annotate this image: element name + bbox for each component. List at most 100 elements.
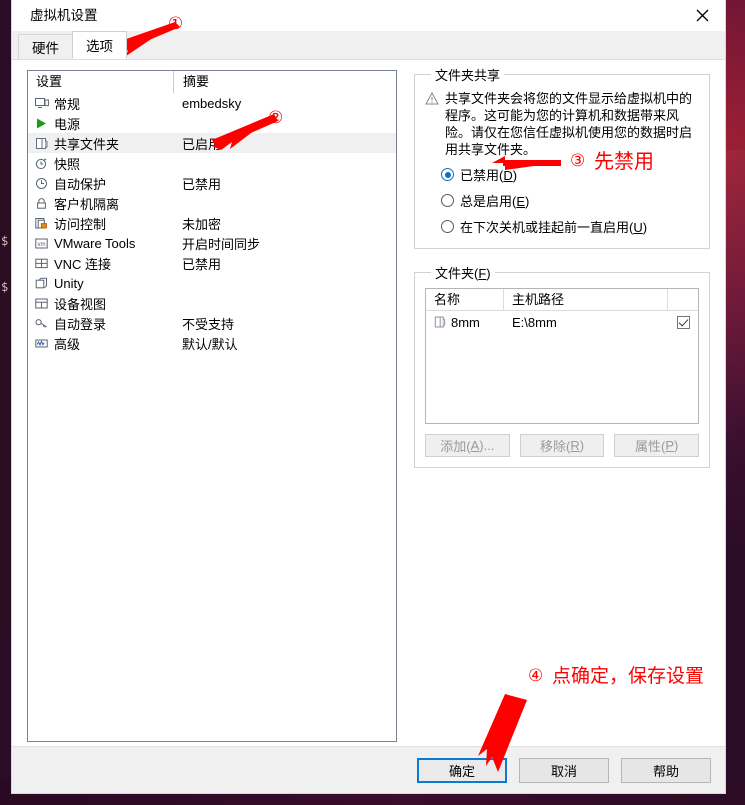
- settings-row-access-control[interactable]: 访问控制 未加密: [28, 213, 396, 233]
- settings-row-summary: 未加密: [182, 216, 222, 232]
- settings-row-label: Unity: [54, 275, 84, 291]
- help-button[interactable]: 帮助: [621, 757, 711, 783]
- folders-table[interactable]: 名称 主机路径 8mm E:\8mm: [425, 288, 699, 424]
- terminal-prompt-1: $: [1, 234, 9, 248]
- vnc-icon: [34, 256, 49, 271]
- settings-row-vmware-tools[interactable]: vm VMware Tools 开启时间同步: [28, 233, 396, 253]
- settings-row-snapshot[interactable]: 快照: [28, 153, 396, 173]
- radio-until-shutdown-label: 在下次关机或挂起前一直启用(U): [460, 220, 648, 235]
- settings-row-summary: 默认/默认: [182, 336, 238, 352]
- settings-row-label: 快照: [54, 156, 81, 172]
- settings-row-label: 共享文件夹: [54, 136, 120, 152]
- settings-row-autoprotect[interactable]: 自动保护 已禁用: [28, 173, 396, 193]
- settings-row-vnc[interactable]: VNC 连接 已禁用: [28, 253, 396, 273]
- folder-enabled-cell[interactable]: [668, 315, 698, 329]
- radio-disabled[interactable]: 已禁用(D): [441, 165, 699, 184]
- radio-always-enabled[interactable]: 总是启用(E): [441, 191, 699, 210]
- column-header-summary[interactable]: 摘要: [173, 71, 396, 93]
- folder-icon: [432, 315, 447, 330]
- snapshot-clock-icon: [34, 156, 49, 171]
- tab-hardware[interactable]: 硬件: [18, 34, 73, 59]
- device-view-icon: [34, 296, 49, 311]
- settings-row-summary: 已禁用: [182, 176, 222, 192]
- settings-row-guest-isolation[interactable]: 客户机隔离: [28, 193, 396, 213]
- settings-row-summary: 开启时间同步: [182, 236, 261, 252]
- radio-until-shutdown[interactable]: 在下次关机或挂起前一直启用(U): [441, 217, 699, 236]
- settings-list[interactable]: 设置 摘要 常规 embedsky 电源 共享文件夹 已启用 快照 自动保护 已…: [27, 70, 397, 742]
- add-folder-button[interactable]: 添加(A)...: [425, 434, 510, 457]
- dialog-titlebar: 虚拟机设置: [12, 0, 725, 31]
- radio-always-enabled-indicator[interactable]: [441, 194, 454, 207]
- settings-row-label: 电源: [54, 116, 81, 132]
- advanced-icon: [34, 336, 49, 351]
- sharing-warning-text: 共享文件夹会将您的文件显示给虚拟机中的程序。这可能为您的计算机和数据带来风险。请…: [445, 91, 693, 157]
- settings-row-general[interactable]: 常规 embedsky: [28, 93, 396, 113]
- folders-col-enabled[interactable]: [668, 289, 698, 310]
- folder-action-buttons: 添加(A)... 移除(R) 属性(P): [425, 434, 700, 457]
- settings-row-summary: 不受支持: [182, 316, 235, 332]
- shared-folder-icon: [34, 136, 49, 151]
- settings-row-unity[interactable]: Unity: [28, 273, 396, 293]
- settings-row-label: 常规: [54, 96, 81, 112]
- cancel-button[interactable]: 取消: [519, 757, 609, 783]
- close-icon[interactable]: [679, 0, 725, 31]
- folder-enabled-checkbox[interactable]: [676, 315, 690, 329]
- folder-sharing-group: 文件夹共享 共享文件夹会将您的文件显示给虚拟机中的程序。这可能为您的计算机和数据…: [414, 65, 710, 249]
- remove-folder-button[interactable]: 移除(R): [519, 434, 605, 457]
- settings-row-label: 自动登录: [54, 316, 107, 332]
- unity-icon: [34, 276, 49, 291]
- power-play-icon: [34, 116, 49, 131]
- column-header-setting[interactable]: 设置: [28, 71, 173, 93]
- radio-disabled-indicator[interactable]: [441, 168, 454, 181]
- tab-hardware-label: 硬件: [32, 41, 59, 56]
- settings-row-label: VNC 连接: [54, 256, 112, 272]
- settings-row-label: 高级: [54, 336, 81, 352]
- settings-row-label: 访问控制: [54, 216, 107, 232]
- page-title: 虚拟机设置: [30, 7, 98, 23]
- settings-row-summary: embedsky: [182, 95, 242, 111]
- settings-row-summary: 已启用: [182, 136, 222, 152]
- options-pane: 文件夹共享 共享文件夹会将您的文件显示给虚拟机中的程序。这可能为您的计算机和数据…: [414, 65, 710, 468]
- dialog-footer: 确定 取消 帮助: [12, 746, 725, 793]
- tab-strip: 硬件 选项: [12, 31, 725, 59]
- access-control-icon: [34, 216, 49, 231]
- lock-icon: [34, 196, 49, 211]
- settings-list-header: 设置 摘要: [28, 71, 396, 93]
- svg-text:vm: vm: [38, 242, 46, 248]
- settings-row-device-view[interactable]: 设备视图: [28, 293, 396, 313]
- tab-options[interactable]: 选项: [72, 31, 127, 59]
- settings-row-label: VMware Tools: [54, 235, 136, 251]
- tab-options-label: 选项: [86, 39, 113, 54]
- monitor-icon: [34, 96, 49, 111]
- folders-table-header: 名称 主机路径: [426, 289, 698, 311]
- settings-row-label: 设备视图: [54, 296, 107, 312]
- settings-row-power[interactable]: 电源: [28, 113, 396, 133]
- ok-button[interactable]: 确定: [417, 757, 507, 783]
- radio-always-enabled-label: 总是启用(E): [460, 194, 530, 209]
- sharing-warning: 共享文件夹会将您的文件显示给虚拟机中的程序。这可能为您的计算机和数据带来风险。请…: [425, 90, 699, 158]
- folder-name-cell: 8mm: [426, 315, 504, 330]
- folders-legend: 文件夹(F): [435, 266, 491, 281]
- settings-row-label: 客户机隔离: [54, 196, 120, 212]
- folder-sharing-legend: 文件夹共享: [435, 68, 501, 83]
- vmware-tools-icon: vm: [34, 236, 49, 251]
- folders-col-name[interactable]: 名称: [426, 289, 504, 310]
- settings-row-label: 自动保护: [54, 176, 107, 192]
- folder-path-cell: E:\8mm: [512, 314, 557, 330]
- terminal-prompt-2: $: [1, 280, 9, 294]
- table-row[interactable]: 8mm E:\8mm: [426, 311, 698, 333]
- autologin-key-icon: [34, 316, 49, 331]
- settings-row-shared-folders[interactable]: 共享文件夹 已启用: [28, 133, 396, 153]
- virtual-machine-settings-dialog: 虚拟机设置 硬件 选项 设置 摘要 常规 embedsky 电源 共享文件夹 已…: [12, 0, 725, 793]
- warning-triangle-icon: [425, 90, 443, 158]
- folder-properties-button[interactable]: 属性(P): [614, 434, 700, 457]
- settings-row-advanced[interactable]: 高级 默认/默认: [28, 333, 396, 353]
- settings-row-auto-login[interactable]: 自动登录 不受支持: [28, 313, 396, 333]
- folders-col-path[interactable]: 主机路径: [504, 289, 668, 310]
- folders-group: 文件夹(F) 名称 主机路径 8mm E:\8mm 添加(A)... 移除(…: [414, 263, 710, 468]
- radio-disabled-label: 已禁用(D): [460, 168, 518, 183]
- radio-until-shutdown-indicator[interactable]: [441, 220, 454, 233]
- dialog-content: 设置 摘要 常规 embedsky 电源 共享文件夹 已启用 快照 自动保护 已…: [12, 59, 725, 746]
- settings-row-summary: 已禁用: [182, 256, 222, 272]
- folder-name-text: 8mm: [451, 314, 480, 330]
